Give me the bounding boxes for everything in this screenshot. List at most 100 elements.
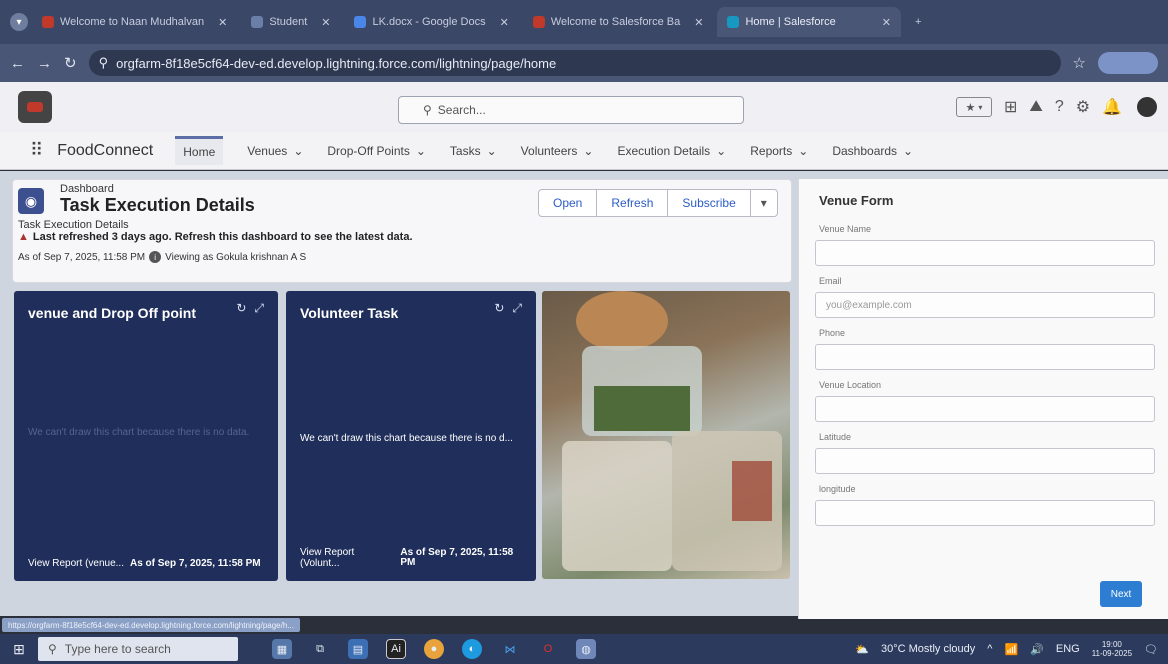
nav-tab-dashboards[interactable]: Dashboards ⌄ [832,144,913,158]
dashboard-kicker: Dashboard [60,183,114,195]
windows-start-icon[interactable]: ⊞ [0,641,38,658]
view-report-link[interactable]: View Report (venue... [28,558,124,569]
volume-icon[interactable]: 🔊 [1030,643,1044,656]
venue-name-input[interactable] [815,240,1155,266]
tray-chevron-icon[interactable]: ^ [987,643,992,655]
global-search-input[interactable]: ⚲ Search... [398,96,744,124]
next-button[interactable]: Next [1100,581,1142,607]
refresh-icon[interactable]: ↻ [494,301,504,316]
language-indicator[interactable]: ENG [1056,643,1080,655]
favorites-button[interactable]: ★ ▾ [955,97,992,117]
close-icon[interactable]: ✕ [218,16,227,29]
browser-tab-4[interactable]: Welcome to Salesforce Ba ✕ [523,7,714,37]
clock-time: 19:00 [1101,640,1122,649]
nav-tab-home[interactable]: Home [175,136,224,165]
bookmark-star-icon[interactable]: ☆ [1073,54,1086,72]
nav-tab-drop-off-points[interactable]: Drop-Off Points ⌄ [327,144,426,158]
vscode-icon[interactable]: ⋈ [500,639,520,659]
weather-text[interactable]: 30°C Mostly cloudy [881,643,975,655]
new-tab-button[interactable]: + [905,7,931,37]
form-title: Venue Form [819,193,894,208]
nav-label: Reports [750,143,793,158]
nav-tab-venues[interactable]: Venues ⌄ [247,144,303,158]
reload-icon[interactable]: ↻ [64,54,77,72]
search-placeholder: Search... [437,103,486,117]
as-of-timestamp: As of Sep 7, 2025, 11:58 PM [18,251,146,263]
help-icon[interactable]: ? [1055,98,1064,116]
close-icon[interactable]: ✕ [882,16,891,29]
warning-icon: ▲ [18,231,29,243]
chevron-down-icon[interactable]: ⌄ [903,144,913,158]
more-actions-chevron-icon[interactable]: ▾ [751,190,777,216]
setup-gear-icon[interactable]: ⚙ [1076,97,1090,117]
opera-icon[interactable]: O [538,639,558,659]
nav-tab-reports[interactable]: Reports ⌄ [750,144,808,158]
latitude-input[interactable] [815,448,1155,474]
view-report-link[interactable]: View Report (Volunt... [300,547,394,569]
nav-tab-execution-details[interactable]: Execution Details ⌄ [617,144,726,158]
back-icon[interactable]: ← [10,55,25,72]
close-icon[interactable]: ✕ [321,16,330,29]
weather-icon[interactable]: ⛅ [855,643,869,656]
field-label: Venue Location [819,380,882,390]
chevron-down-icon[interactable]: ⌄ [416,144,426,158]
dashboard-widget-volunteer-task: Volunteer Task ↻ ⤢ We can't draw this ch… [286,291,536,581]
info-icon[interactable]: i [149,251,162,263]
tab-label: Home | Salesforce [745,16,836,28]
venue-location-input[interactable] [815,396,1155,422]
food-containers-image [542,291,790,579]
edge-icon[interactable]: ◐ [462,639,482,659]
site-info-icon[interactable]: ⚲ [99,55,109,71]
global-actions-icon[interactable]: ⊞ [1004,97,1017,117]
taskbar-clock[interactable]: 19:00 11-09-2025 [1092,640,1132,658]
refresh-button[interactable]: Refresh [597,190,669,216]
browser-tab-2[interactable]: Student ✕ [241,7,340,37]
news-widget-icon[interactable]: ▦ [272,639,292,659]
org-logo[interactable] [18,91,52,123]
phone-input[interactable] [815,344,1155,370]
task-view-icon[interactable]: ⧉ [310,639,330,659]
expand-icon[interactable]: ⤢ [512,301,522,316]
close-icon[interactable]: ✕ [694,16,703,29]
paint-icon[interactable]: ◍ [576,639,596,659]
chevron-down-icon[interactable]: ⌄ [583,144,593,158]
trailhead-icon[interactable]: ⛰ [1029,98,1042,116]
refresh-icon[interactable]: ↻ [236,301,246,316]
browser-tab-3[interactable]: LK.docx - Google Docs ✕ [344,7,518,37]
notification-center-icon[interactable]: 🗨 [1144,643,1158,656]
app-launcher-icon[interactable]: ⠿ [30,140,43,161]
tab-favicon-icon [532,16,545,28]
widget-title: Volunteer Task [300,305,399,321]
docs-icon [354,16,367,28]
chevron-down-icon[interactable]: ⌄ [293,144,303,158]
network-icon[interactable]: 📶 [1004,643,1018,656]
nav-label: Venues [247,143,288,158]
close-icon[interactable]: ✕ [500,16,509,29]
tab-search-icon[interactable]: ▾ [10,13,28,31]
forward-icon[interactable]: → [37,55,52,72]
chevron-down-icon[interactable]: ⌄ [716,144,726,158]
nav-tab-volunteers[interactable]: Volunteers ⌄ [521,144,594,158]
chevron-down-icon[interactable]: ⌄ [487,144,497,158]
subscribe-button[interactable]: Subscribe [668,190,751,216]
user-avatar[interactable] [1134,94,1160,120]
open-button[interactable]: Open [539,190,598,216]
browser-tab-active[interactable]: Home | Salesforce ✕ [717,7,901,37]
profile-button[interactable] [1098,52,1158,74]
taskbar-search-input[interactable]: ⚲ Type here to search [38,637,238,661]
email-input[interactable]: you@example.com [815,292,1155,318]
tab-label: Welcome to Salesforce Ba [550,16,681,28]
url-text: orgfarm-8f18e5cf64-dev-ed.develop.lightn… [116,55,557,71]
nav-tab-tasks[interactable]: Tasks ⌄ [450,144,497,158]
longitude-input[interactable] [815,500,1155,526]
chrome-icon[interactable]: ● [424,639,444,659]
notifications-bell-icon[interactable]: 🔔 [1102,97,1122,117]
browser-tab-1[interactable]: Welcome to Naan Mudhalvan ✕ [32,7,237,37]
chevron-down-icon[interactable]: ⌄ [798,144,808,158]
address-bar[interactable]: ⚲ orgfarm-8f18e5cf64-dev-ed.develop.ligh… [88,50,1061,76]
venue-form-panel: Venue Form Venue Name Email you@example.… [798,179,1168,619]
file-explorer-icon[interactable]: ▤ [348,639,368,659]
browser-tab-strip: ▾ Welcome to Naan Mudhalvan ✕ Student ✕ LK… [0,0,1168,44]
expand-icon[interactable]: ⤢ [254,301,264,316]
illustrator-icon[interactable]: Ai [386,639,406,659]
